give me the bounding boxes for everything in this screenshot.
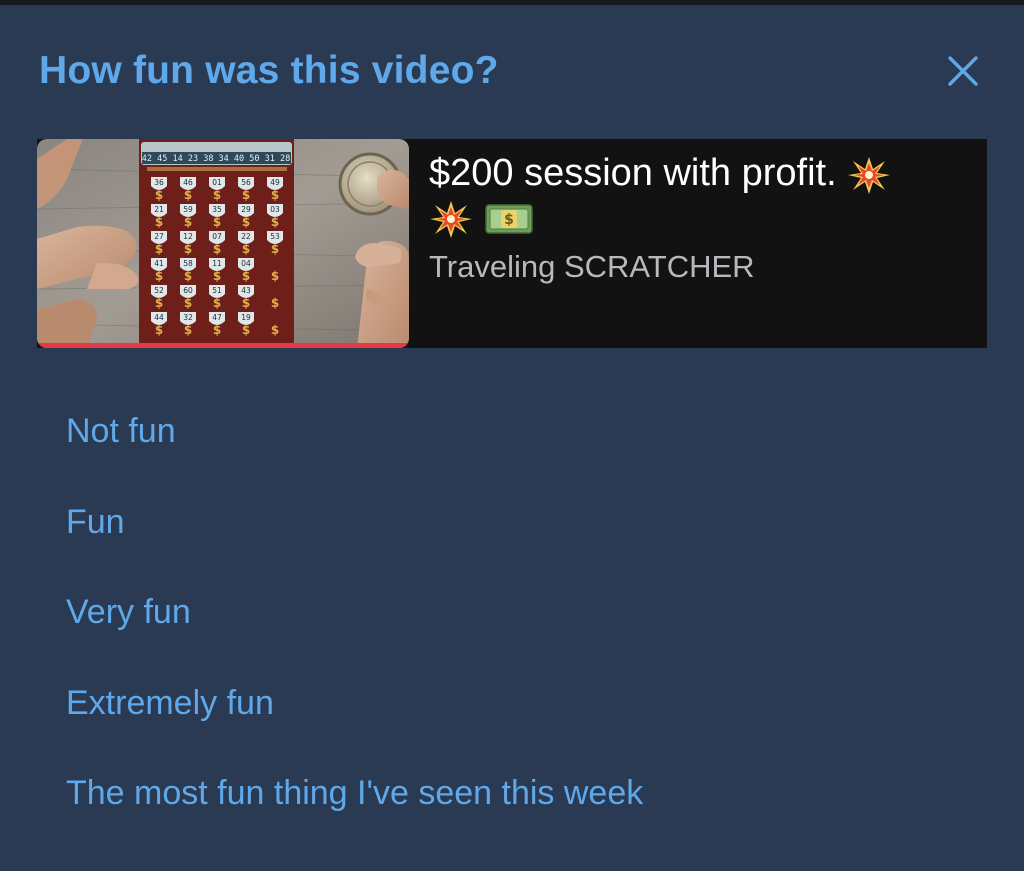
svg-text:$: $ bbox=[213, 242, 221, 256]
video-title: $200 session with profit. $ bbox=[429, 151, 969, 239]
svg-text:$: $ bbox=[242, 323, 250, 337]
ticket-number: 58 bbox=[183, 259, 193, 268]
ticket-number: 43 bbox=[241, 286, 251, 295]
ticket-number: 51 bbox=[212, 286, 222, 295]
svg-text:$: $ bbox=[184, 188, 192, 202]
ticket-number: 27 bbox=[154, 232, 164, 241]
svg-text:$: $ bbox=[155, 269, 163, 283]
dialog-title: How fun was this video? bbox=[39, 49, 499, 92]
ticket-number: 46 bbox=[183, 178, 193, 187]
svg-text:$: $ bbox=[271, 296, 279, 310]
svg-text:$: $ bbox=[242, 296, 250, 310]
svg-text:$: $ bbox=[213, 215, 221, 229]
video-thumbnail[interactable]: 42 45 14 23 38 34 40 50 31 28 36 $46 $01 $5… bbox=[37, 139, 409, 348]
ticket-number: 04 bbox=[241, 259, 251, 268]
svg-text:$: $ bbox=[184, 269, 192, 283]
svg-text:$: $ bbox=[213, 269, 221, 283]
svg-text:$: $ bbox=[184, 242, 192, 256]
close-icon bbox=[948, 56, 978, 86]
option-extremely-fun[interactable]: Extremely fun bbox=[66, 682, 643, 773]
svg-text:$: $ bbox=[155, 296, 163, 310]
svg-text:$: $ bbox=[213, 323, 221, 337]
svg-text:$: $ bbox=[242, 215, 250, 229]
ticket-number: 49 bbox=[270, 178, 280, 187]
svg-text:$: $ bbox=[184, 215, 192, 229]
ticket-number: 22 bbox=[241, 232, 251, 241]
ticket-number: 11 bbox=[212, 259, 222, 268]
ticket-number: 21 bbox=[154, 205, 164, 214]
rating-options: Not fun Fun Very fun Extremely fun The m… bbox=[66, 410, 643, 863]
svg-text:$: $ bbox=[184, 296, 192, 310]
svg-text:$: $ bbox=[271, 188, 279, 202]
collision-emoji-icon bbox=[430, 200, 472, 238]
money-banknote-emoji-icon: $ bbox=[484, 204, 533, 234]
watch-progress-bar bbox=[37, 343, 409, 348]
ticket-number: 52 bbox=[154, 286, 164, 295]
svg-text:$: $ bbox=[242, 242, 250, 256]
ticket-number: 60 bbox=[183, 286, 193, 295]
ticket-number: 41 bbox=[154, 259, 164, 268]
svg-text:$: $ bbox=[504, 212, 514, 228]
svg-text:$: $ bbox=[271, 215, 279, 229]
ticket-number: 56 bbox=[241, 178, 251, 187]
svg-text:$: $ bbox=[271, 269, 279, 283]
svg-text:$: $ bbox=[184, 323, 192, 337]
ticket-number: 47 bbox=[212, 313, 222, 322]
rating-sheet: How fun was this video? 42 45 14 23 38 3… bbox=[0, 5, 1024, 871]
option-very-fun[interactable]: Very fun bbox=[66, 591, 643, 682]
svg-text:$: $ bbox=[271, 323, 279, 337]
svg-text:$: $ bbox=[213, 296, 221, 310]
ticket-number: 32 bbox=[183, 313, 193, 322]
svg-text:$: $ bbox=[155, 323, 163, 337]
channel-name[interactable]: Traveling SCRATCHER bbox=[429, 249, 969, 285]
ticket-number: 53 bbox=[270, 232, 280, 241]
option-most-fun-this-week[interactable]: The most fun thing I've seen this week bbox=[66, 772, 643, 863]
ticket-number: 19 bbox=[241, 313, 251, 322]
svg-text:$: $ bbox=[155, 242, 163, 256]
option-not-fun[interactable]: Not fun bbox=[66, 410, 643, 501]
ticket-number: 12 bbox=[183, 232, 193, 241]
svg-text:$: $ bbox=[155, 188, 163, 202]
ticket-winning-numbers: 42 45 14 23 38 34 40 50 31 28 bbox=[142, 154, 290, 164]
collision-emoji-icon bbox=[848, 156, 891, 194]
svg-text:$: $ bbox=[242, 188, 250, 202]
ticket-number: 59 bbox=[183, 205, 193, 214]
scratch-ticket: 42 45 14 23 38 34 40 50 31 28 36$46$01$5… bbox=[139, 139, 294, 344]
video-info: $200 session with profit. $ Traveling SC… bbox=[429, 151, 969, 285]
ticket-number: 07 bbox=[212, 232, 222, 241]
svg-text:$: $ bbox=[242, 269, 250, 283]
svg-text:$: $ bbox=[271, 242, 279, 256]
video-card[interactable]: 42 45 14 23 38 34 40 50 31 28 36 $46 $01 $5… bbox=[37, 139, 987, 348]
svg-text:$: $ bbox=[213, 188, 221, 202]
ticket-number: 36 bbox=[154, 178, 164, 187]
ticket-number: 01 bbox=[212, 178, 222, 187]
close-button[interactable] bbox=[940, 48, 986, 94]
option-fun[interactable]: Fun bbox=[66, 501, 643, 592]
ticket-number: 44 bbox=[154, 313, 164, 322]
ticket-number: 35 bbox=[212, 205, 222, 214]
svg-text:$: $ bbox=[155, 215, 163, 229]
ticket-number: 03 bbox=[270, 205, 280, 214]
ticket-number: 29 bbox=[241, 205, 251, 214]
